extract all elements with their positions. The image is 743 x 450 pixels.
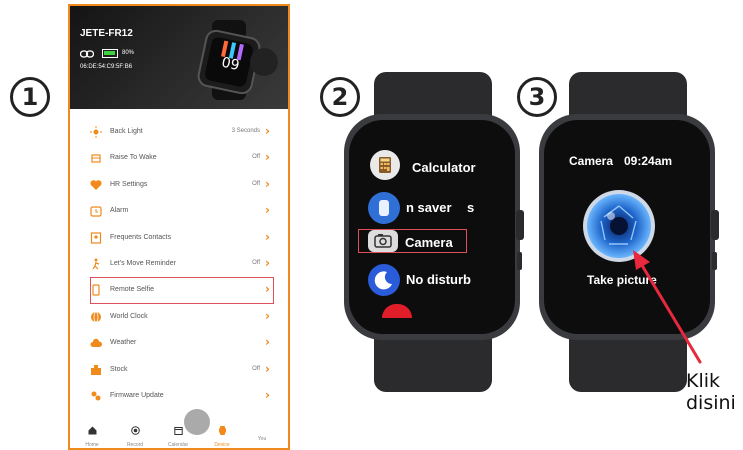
chevron-right-icon: › — [265, 203, 270, 218]
tab-you[interactable]: You — [242, 434, 282, 442]
chevron-right-icon: › — [265, 335, 270, 350]
battery-icon — [102, 49, 118, 58]
settings-menu: Back Light 3 Seconds › Raise To Wake Off… — [70, 119, 288, 409]
menu-label: Remote Selfie — [110, 286, 154, 294]
app-item-camera[interactable]: Camera — [405, 235, 453, 250]
calendar-icon — [173, 427, 183, 435]
menu-item-stock[interactable]: Stock Off › — [70, 357, 288, 383]
camera-app-title: Camera — [569, 154, 614, 168]
raise-hand-icon — [91, 154, 101, 163]
menu-label: Let's Move Reminder — [110, 259, 176, 267]
chevron-right-icon: › — [265, 150, 270, 165]
tab-home[interactable]: Home — [72, 422, 112, 448]
menu-item-remote-selfie[interactable]: Remote Selfie › — [90, 277, 274, 304]
chevron-right-icon: › — [265, 282, 270, 297]
app-item-screen-saver[interactable]: n saver — [406, 200, 452, 215]
chevron-right-icon: › — [265, 229, 270, 244]
walking-icon — [92, 258, 100, 270]
firmware-icon — [91, 391, 101, 401]
contacts-icon — [90, 231, 102, 244]
chevron-right-icon: › — [265, 255, 270, 270]
menu-label: Weather — [110, 339, 137, 347]
moon-icon[interactable] — [368, 264, 400, 296]
tab-label: Record — [126, 442, 144, 448]
menu-item-back-light[interactable]: Back Light 3 Seconds › — [70, 119, 288, 145]
home-icon — [88, 426, 96, 435]
device-header: JETE-FR12 80% 06:DE:54:C9:5F:B6 09 — [70, 6, 288, 109]
alarm-clock-icon — [90, 206, 102, 217]
chevron-right-icon: › — [265, 176, 270, 191]
stock-icon — [91, 364, 101, 375]
menu-item-world-clock[interactable]: World Clock › — [70, 304, 288, 330]
screen-saver-icon[interactable] — [368, 192, 400, 224]
menu-item-firmware-update[interactable]: Firmware Update › — [70, 383, 288, 409]
menu-label: Alarm — [110, 207, 129, 215]
menu-value: Off — [252, 154, 260, 161]
app-item-calculator[interactable]: Calculator — [412, 160, 476, 175]
sun-icon — [90, 126, 102, 138]
globe-icon — [91, 311, 101, 323]
menu-item-raise-to-wake[interactable]: Raise To Wake Off › — [70, 145, 288, 171]
tab-label: You — [257, 436, 267, 442]
watch-icon — [218, 426, 226, 435]
pointer-arrow-icon — [633, 250, 702, 364]
menu-value: Off — [252, 180, 260, 187]
menu-label: Frequents Contacts — [110, 233, 172, 241]
battery-percent: 80% — [122, 50, 135, 56]
bottom-tab-bar: Home Record Calendar Device You — [70, 418, 288, 448]
smartwatch-app-list: Calculator n saver s Camera No disturb — [340, 72, 530, 392]
menu-label: Back Light — [110, 128, 143, 135]
menu-item-lets-move-reminder[interactable]: Let's Move Reminder Off › — [70, 251, 288, 277]
menu-label: Stock — [110, 365, 128, 373]
device-name: JETE-FR12 — [80, 28, 133, 39]
phone-camera-icon — [92, 284, 100, 296]
step-number-1: 1 — [10, 77, 50, 117]
camera-icon[interactable] — [368, 230, 398, 252]
tab-label: Home — [85, 442, 99, 448]
calculator-icon[interactable] — [370, 150, 400, 180]
watch-time: 09:24am — [624, 154, 673, 168]
mac-address: 06:DE:54:C9:5F:B6 — [80, 64, 133, 70]
menu-value: Off — [252, 259, 260, 266]
menu-value: 3 Seconds — [231, 128, 260, 134]
chevron-right-icon: › — [265, 387, 270, 402]
floating-avatar-button[interactable] — [184, 409, 210, 435]
click-here-label-line2: disini — [686, 392, 736, 414]
click-here-label-line1: Klik — [686, 370, 721, 392]
menu-label: World Clock — [110, 312, 148, 320]
tab-label: Calendar — [167, 442, 189, 448]
menu-item-frequents-contacts[interactable]: Frequents Contacts › — [70, 225, 288, 251]
app-item-no-disturb[interactable]: No disturb — [406, 272, 471, 287]
app-item-fragment: s — [467, 200, 475, 215]
cloud-icon — [90, 338, 102, 348]
menu-label: Raise To Wake — [110, 154, 157, 162]
menu-item-weather[interactable]: Weather › — [70, 330, 288, 356]
heart-icon — [90, 179, 102, 190]
menu-item-alarm[interactable]: Alarm › — [70, 198, 288, 224]
smartwatch-image: 09 — [197, 20, 278, 100]
chevron-right-icon: › — [265, 308, 270, 323]
menu-label: Firmware Update — [110, 391, 164, 399]
phone-app-screen: JETE-FR12 80% 06:DE:54:C9:5F:B6 09 Back … — [68, 4, 290, 450]
menu-label: HR Settings — [110, 180, 148, 188]
menu-item-hr-settings[interactable]: HR Settings Off › — [70, 172, 288, 198]
chevron-right-icon: › — [265, 361, 270, 376]
record-icon — [130, 426, 140, 435]
tab-label: Device — [214, 442, 230, 448]
chevron-right-icon: › — [265, 124, 270, 138]
tab-record[interactable]: Record — [115, 422, 155, 448]
menu-value: Off — [252, 365, 260, 372]
link-icon — [80, 50, 94, 58]
